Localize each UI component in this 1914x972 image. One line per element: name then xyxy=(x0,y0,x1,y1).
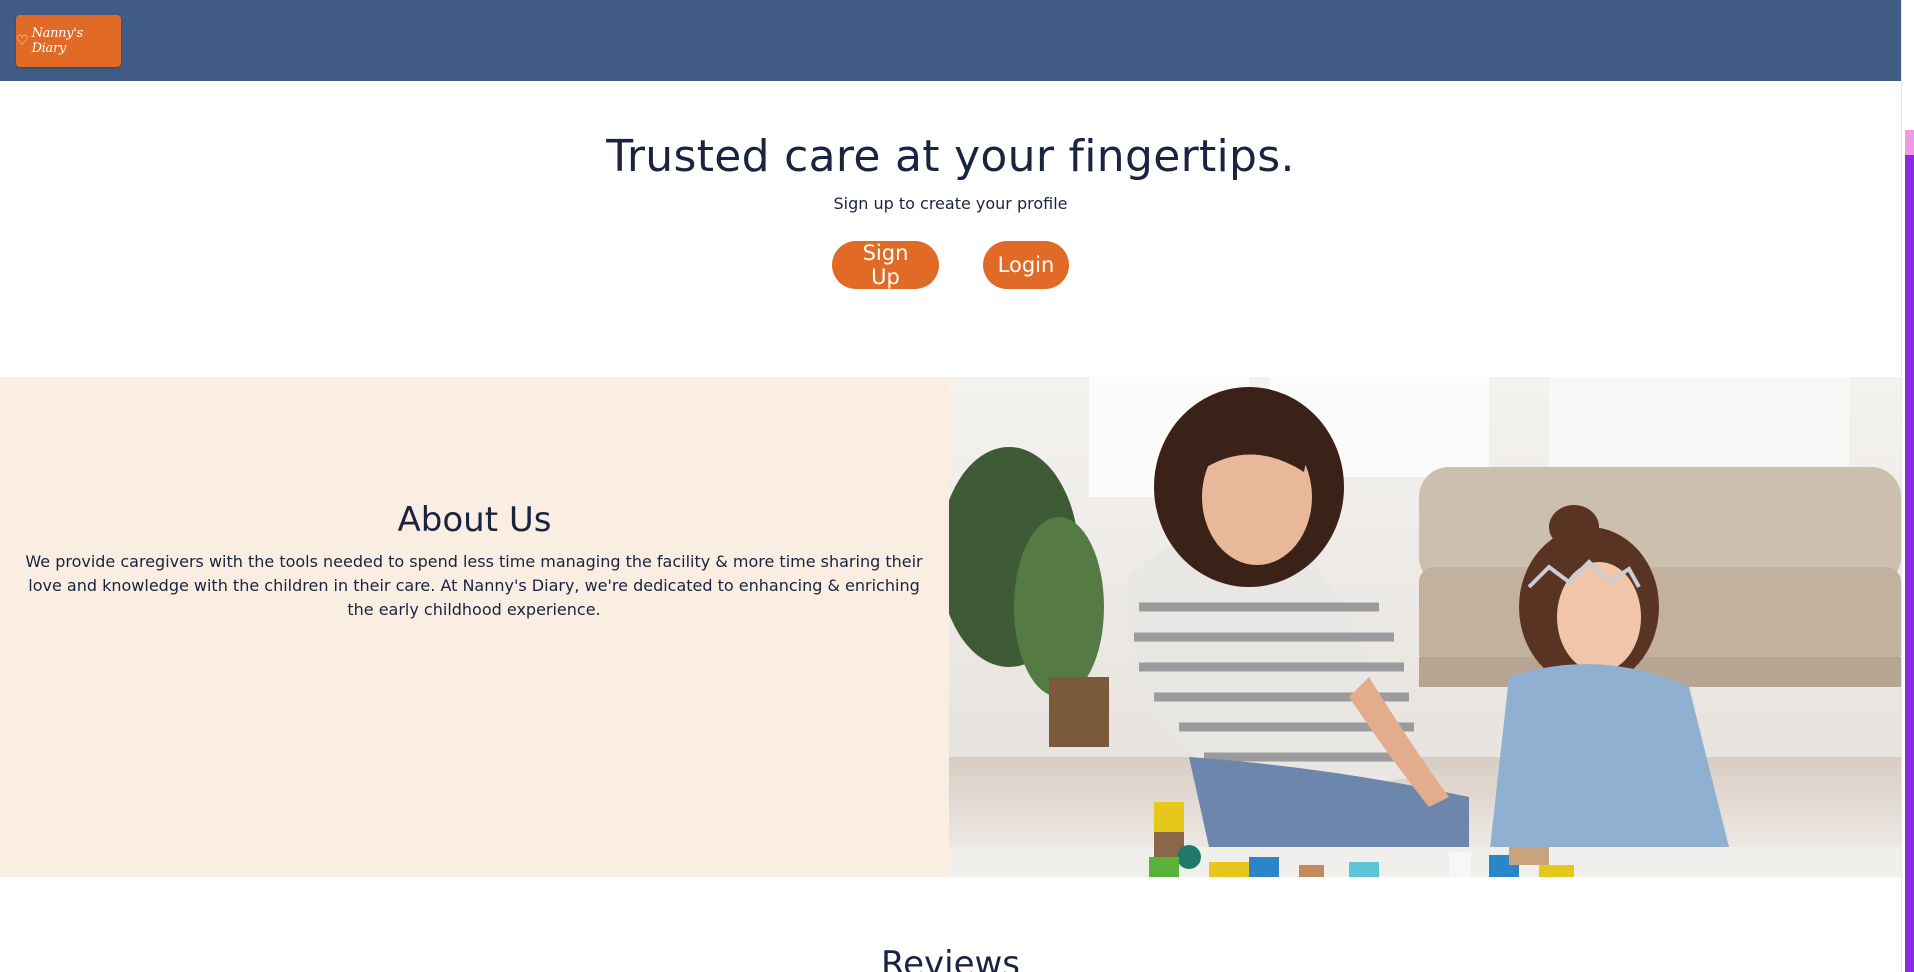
caregiver-photo xyxy=(949,377,1901,877)
about-description: We provide caregivers with the tools nee… xyxy=(25,552,923,619)
about-title: About Us xyxy=(397,500,552,540)
logo-button[interactable]: ♡ Nanny's Diary xyxy=(16,15,121,67)
hero-buttons: Sign Up Login xyxy=(0,241,1901,289)
top-navbar: ♡ Nanny's Diary xyxy=(0,0,1901,81)
about-text-panel: About Us We provide caregivers with the … xyxy=(0,377,949,877)
login-button[interactable]: Login xyxy=(983,241,1069,289)
hero-section: Trusted care at your fingertips. Sign up… xyxy=(0,81,1901,377)
page: ♡ Nanny's Diary Trusted care at your fin… xyxy=(0,0,1914,972)
sign-up-button[interactable]: Sign Up xyxy=(832,241,939,289)
hero-subtitle: Sign up to create your profile xyxy=(833,194,1068,213)
heart-icon: ♡ xyxy=(16,33,29,49)
about-section: About Us We provide caregivers with the … xyxy=(0,377,1901,877)
scrollbar-thumb[interactable] xyxy=(1905,155,1914,972)
reviews-title: Reviews xyxy=(880,944,1021,972)
scrollbar-accent-top xyxy=(1905,130,1914,155)
hero-title: Trusted care at your fingertips. xyxy=(606,131,1295,182)
logo-text: Nanny's Diary xyxy=(31,26,84,56)
